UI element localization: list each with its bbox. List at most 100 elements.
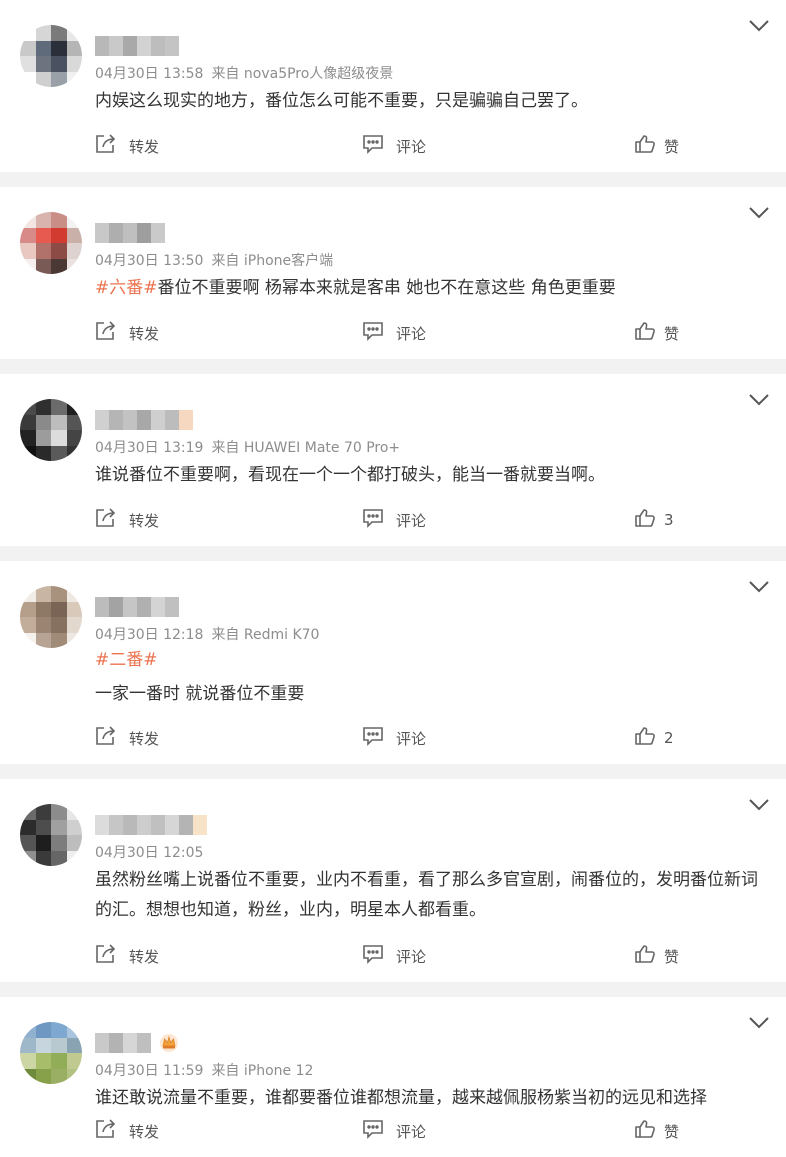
- avatar-pixel: [66, 632, 82, 648]
- avatar[interactable]: [20, 804, 82, 866]
- like-button[interactable]: 赞: [634, 1119, 679, 1143]
- hashtag-link[interactable]: #二番#: [95, 647, 764, 673]
- avatar[interactable]: [20, 399, 82, 461]
- avatar-pixel: [51, 399, 67, 415]
- comment-button[interactable]: 评论: [362, 321, 426, 345]
- avatar-pixel: [20, 25, 36, 41]
- username-blurred[interactable]: [95, 815, 207, 835]
- comment-label: 评论: [396, 947, 427, 966]
- forward-button[interactable]: 转发: [95, 726, 159, 750]
- share-icon: [95, 944, 129, 968]
- forward-button[interactable]: 转发: [95, 321, 159, 345]
- avatar-pixel: [51, 1022, 67, 1038]
- avatar-pixel: [35, 1037, 51, 1053]
- avatar-pixel: [66, 243, 82, 259]
- username-pixel: [95, 597, 109, 617]
- comment-text-line: #六番#番位不重要啊 杨幂本来就是客串 她也不在意这些 角色更重要: [95, 273, 764, 303]
- avatar-pixel: [51, 632, 67, 648]
- avatar-pixel: [35, 71, 51, 87]
- comment-meta: 04月30日 13:50 来自 iPhone客户端: [95, 250, 333, 270]
- comment-button[interactable]: 评论: [362, 1119, 426, 1143]
- username-blurred[interactable]: [95, 410, 193, 430]
- comment-button[interactable]: 评论: [362, 508, 426, 532]
- comment-card: 04月30日 11:59 来自 iPhone 12 谁还敢说流量不重要，谁都要番位谁…: [0, 997, 786, 1157]
- avatar[interactable]: [20, 25, 82, 87]
- like-count: 赞: [664, 137, 680, 156]
- avatar-pixel: [51, 25, 67, 41]
- username-blurred[interactable]: [95, 597, 179, 617]
- avatar-pixel: [20, 445, 36, 461]
- chevron-down-icon[interactable]: [748, 1015, 770, 1029]
- thumbs-up-icon: [634, 1119, 664, 1143]
- avatar-pixel: [51, 71, 67, 87]
- forward-button[interactable]: 转发: [95, 944, 159, 968]
- username-blurred[interactable]: [95, 1033, 179, 1053]
- chevron-down-icon[interactable]: [748, 18, 770, 32]
- forward-label: 转发: [129, 947, 160, 966]
- comment-actions: 转发 评论 赞: [0, 317, 786, 347]
- avatar-pixel: [35, 430, 51, 446]
- avatar-pixel: [20, 1068, 36, 1084]
- avatar-pixel: [35, 40, 51, 56]
- hashtag-link[interactable]: #六番#: [95, 278, 158, 298]
- avatar-pixel: [35, 227, 51, 243]
- avatar-pixel: [51, 819, 67, 835]
- avatar-pixel: [20, 212, 36, 228]
- avatar-pixel: [20, 71, 36, 87]
- avatar[interactable]: [20, 1022, 82, 1084]
- comment-label: 评论: [396, 324, 427, 343]
- comment-text: 谁说番位不重要啊，看现在一个一个都打破头，能当一番就要当啊。: [95, 465, 605, 485]
- avatar-pixel: [20, 258, 36, 274]
- avatar-pixel: [66, 258, 82, 274]
- chevron-down-icon[interactable]: [748, 392, 770, 406]
- username-pixel: [151, 36, 165, 56]
- avatar-pixel: [51, 430, 67, 446]
- comment-feed: 04月30日 13:58 来自 nova5Pro人像超级夜景 内娱这么现实的地方，番…: [0, 0, 786, 1157]
- comment-card: 04月30日 13:19 来自 HUAWEI Mate 70 Pro+ 谁说番位不重…: [0, 374, 786, 546]
- comment-button[interactable]: 评论: [362, 944, 426, 968]
- username-pixel: [95, 1033, 109, 1053]
- avatar-pixel: [35, 586, 51, 602]
- username-pixel: [165, 410, 179, 430]
- comment-icon: [362, 726, 396, 750]
- username-pixel: [137, 597, 151, 617]
- avatar-pixel: [66, 40, 82, 56]
- username-pixel: [109, 597, 123, 617]
- forward-label: 转发: [129, 324, 160, 343]
- username-pixel: [123, 1033, 137, 1053]
- like-button[interactable]: 赞: [634, 944, 679, 968]
- comment-label: 评论: [396, 511, 427, 530]
- avatar[interactable]: [20, 212, 82, 274]
- username-blurred[interactable]: [95, 36, 179, 56]
- forward-button[interactable]: 转发: [95, 1119, 159, 1143]
- avatar-pixel: [66, 850, 82, 866]
- comment-icon: [362, 1119, 396, 1143]
- forward-label: 转发: [129, 1122, 160, 1141]
- like-button[interactable]: 赞: [634, 321, 679, 345]
- like-button[interactable]: 3: [634, 508, 674, 532]
- chevron-down-icon[interactable]: [748, 205, 770, 219]
- avatar-pixel: [51, 617, 67, 633]
- avatar-pixel: [66, 1053, 82, 1069]
- comment-button[interactable]: 评论: [362, 726, 426, 750]
- like-button[interactable]: 2: [634, 726, 674, 750]
- comment-label: 评论: [396, 1122, 427, 1141]
- username-pixel: [109, 36, 123, 56]
- avatar-pixel: [20, 56, 36, 72]
- comment-button[interactable]: 评论: [362, 134, 426, 158]
- like-button[interactable]: 赞: [634, 134, 679, 158]
- comment-card: 04月30日 12:05 虽然粉丝嘴上说番位不重要，业内不看重，看了那么多官宣剧，…: [0, 779, 786, 982]
- username-pixel: [123, 223, 137, 243]
- avatar-pixel: [66, 819, 82, 835]
- forward-button[interactable]: 转发: [95, 134, 159, 158]
- username-pixel: [123, 597, 137, 617]
- chevron-down-icon[interactable]: [748, 797, 770, 811]
- comment-actions: 转发 评论 赞: [0, 940, 786, 970]
- comment-actions: 转发 评论 2: [0, 722, 786, 752]
- username-blurred[interactable]: [95, 223, 165, 243]
- avatar-pixel: [66, 212, 82, 228]
- chevron-down-icon[interactable]: [748, 579, 770, 593]
- username-pixel: [95, 36, 109, 56]
- avatar[interactable]: [20, 586, 82, 648]
- forward-button[interactable]: 转发: [95, 508, 159, 532]
